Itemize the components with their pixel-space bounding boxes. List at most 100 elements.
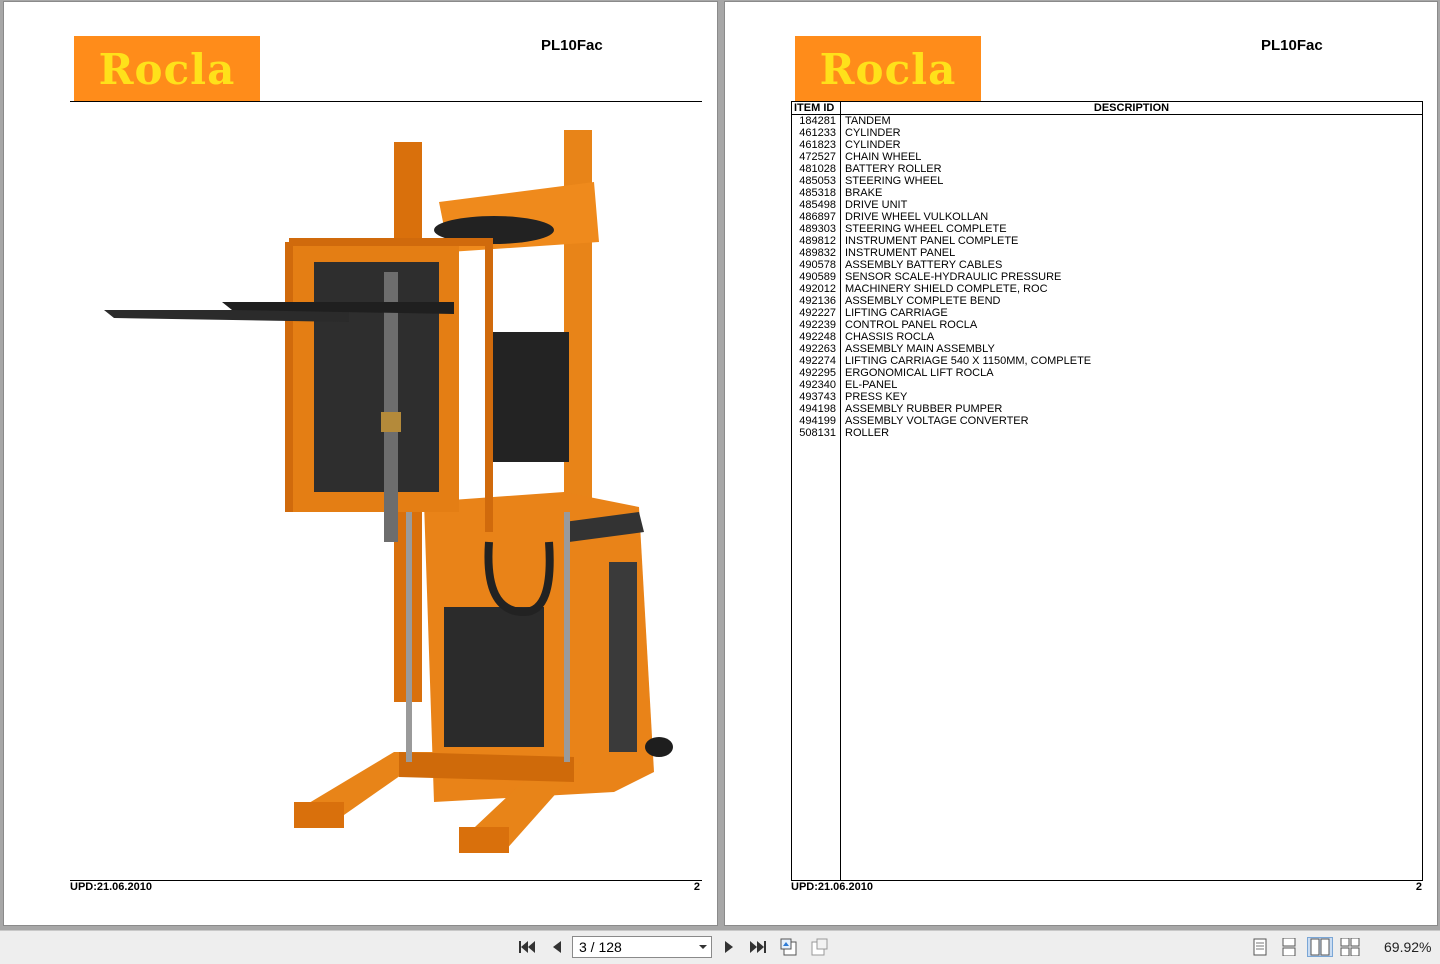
description-cell: EL-PANEL xyxy=(845,379,898,391)
footer-rule xyxy=(70,880,702,881)
item-id-cell: 490589 xyxy=(799,271,836,283)
item-id-cell: 492227 xyxy=(799,307,836,319)
table-row: 492340 EL-PANEL xyxy=(792,379,1422,391)
description-cell: ROLLER xyxy=(845,427,890,439)
model-title: PL10Fac xyxy=(1261,37,1323,54)
table-row: 493743 PRESS KEY xyxy=(792,391,1422,403)
page-number: 2 xyxy=(1415,881,1422,893)
item-id-cell: 461233 xyxy=(799,127,836,139)
table-row: 492248 CHASSIS ROCLA xyxy=(792,331,1422,343)
parts-table: ITEM ID DESCRIPTION 184281 TANDEM 461233 CY… xyxy=(791,101,1423,881)
table-row: 486897 DRIVE WHEEL VULKOLLAN xyxy=(792,211,1422,223)
item-id-cell: 492248 xyxy=(799,331,836,343)
item-id-cell: 492136 xyxy=(799,295,836,307)
forklift-illustration xyxy=(104,130,673,853)
table-row: 485498 DRIVE UNIT xyxy=(792,199,1422,211)
next-page-button[interactable] xyxy=(720,937,740,957)
item-id-cell: 472527 xyxy=(799,151,836,163)
item-id-cell: 492274 xyxy=(799,355,836,367)
description-cell: ASSEMBLY MAIN ASSEMBLY xyxy=(845,343,995,355)
table-row: 490578 ASSEMBLY BATTERY CABLES xyxy=(792,259,1422,271)
go-back-icon xyxy=(780,938,797,956)
continuous-facing-view-icon xyxy=(1340,938,1360,956)
table-row: 492227 LIFTING CARRIAGE xyxy=(792,307,1422,319)
description-cell: ASSEMBLY BATTERY CABLES xyxy=(845,259,1003,271)
table-row: 485053 STEERING WHEEL xyxy=(792,175,1422,187)
continuous-view-button[interactable] xyxy=(1279,937,1299,957)
header-rule xyxy=(70,101,702,102)
description-cell: INSTRUMENT PANEL COMPLETE xyxy=(845,235,1019,247)
item-id-cell: 492012 xyxy=(799,283,836,295)
rocla-logo: Rocla xyxy=(74,36,260,102)
description-cell: TANDEM xyxy=(845,115,891,127)
item-id-cell: 494199 xyxy=(799,415,836,427)
item-id-cell: 489812 xyxy=(799,235,836,247)
document-page-left: Rocla PL10Fac UPD:21.06.2010 2 xyxy=(3,1,718,926)
table-row: 461233 CYLINDER xyxy=(792,127,1422,139)
go-forward-button[interactable] xyxy=(809,937,829,957)
single-page-view-icon xyxy=(1253,938,1267,956)
item-id-cell: 492295 xyxy=(799,367,836,379)
rocla-logo: Rocla xyxy=(795,36,981,102)
first-page-button[interactable] xyxy=(517,937,537,957)
table-row: 461823 CYLINDER xyxy=(792,139,1422,151)
description-cell: STEERING WHEEL COMPLETE xyxy=(845,223,1007,235)
single-page-view-button[interactable] xyxy=(1250,937,1270,957)
continuous-facing-view-button[interactable] xyxy=(1340,937,1360,957)
go-back-button[interactable] xyxy=(779,937,799,957)
table-row: 472527 CHAIN WHEEL xyxy=(792,151,1422,163)
item-id-cell: 489832 xyxy=(799,247,836,259)
description-cell: CHASSIS ROCLA xyxy=(845,331,935,343)
description-cell: LIFTING CARRIAGE xyxy=(845,307,948,319)
description-cell: CYLINDER xyxy=(845,127,901,139)
zoom-level[interactable]: 69.92% xyxy=(1384,939,1431,955)
previous-page-button[interactable] xyxy=(546,937,566,957)
item-id-cell: 481028 xyxy=(799,163,836,175)
description-cell: ASSEMBLY RUBBER PUMPER xyxy=(845,403,1003,415)
item-id-cell: 489303 xyxy=(799,223,836,235)
model-title: PL10Fac xyxy=(541,37,603,54)
description-cell: STEERING WHEEL xyxy=(845,175,944,187)
chevron-down-icon[interactable] xyxy=(699,945,707,949)
item-id-cell: 492340 xyxy=(799,379,836,391)
update-date: UPD:21.06.2010 xyxy=(791,881,873,893)
update-date: UPD:21.06.2010 xyxy=(70,881,152,893)
table-row: 489832 INSTRUMENT PANEL xyxy=(792,247,1422,259)
description-cell: ERGONOMICAL LIFT ROCLA xyxy=(845,367,994,379)
description-cell: ASSEMBLY COMPLETE BEND xyxy=(845,295,1001,307)
description-cell: ASSEMBLY VOLTAGE CONVERTER xyxy=(845,415,1029,427)
table-row: 492012 MACHINERY SHIELD COMPLETE, ROC xyxy=(792,283,1422,295)
description-cell: PRESS KEY xyxy=(845,391,908,403)
item-id-cell: 494198 xyxy=(799,403,836,415)
description-cell: DRIVE UNIT xyxy=(845,199,908,211)
description-cell: CONTROL PANEL ROCLA xyxy=(845,319,978,331)
description-cell: CYLINDER xyxy=(845,139,901,151)
document-page-right: Rocla PL10Fac ITEM ID DESCRIPTION 184281… xyxy=(724,1,1438,926)
item-id-cell: 493743 xyxy=(799,391,836,403)
previous-page-icon xyxy=(553,941,561,953)
item-id-cell: 492263 xyxy=(799,343,836,355)
page-indicator: 3 / 128 xyxy=(579,939,622,955)
table-row: 481028 BATTERY ROLLER xyxy=(792,163,1422,175)
item-id-cell: 486897 xyxy=(799,211,836,223)
table-row: 490589 SENSOR SCALE-HYDRAULIC PRESSURE xyxy=(792,271,1422,283)
description-cell: DRIVE WHEEL VULKOLLAN xyxy=(845,211,989,223)
table-row: 494198 ASSEMBLY RUBBER PUMPER xyxy=(792,403,1422,415)
pdf-viewer-toolbar: 3 / 128 69.92% xyxy=(0,930,1440,964)
table-row: 489812 INSTRUMENT PANEL COMPLETE xyxy=(792,235,1422,247)
go-forward-icon xyxy=(811,938,828,956)
table-header: ITEM ID DESCRIPTION xyxy=(792,102,1422,115)
description-cell: BRAKE xyxy=(845,187,883,199)
item-id-cell: 485498 xyxy=(799,199,836,211)
facing-pages-view-button[interactable] xyxy=(1307,937,1333,957)
column-header-item-id: ITEM ID xyxy=(794,102,835,114)
last-page-button[interactable] xyxy=(748,937,768,957)
item-id-cell: 184281 xyxy=(799,115,836,127)
description-cell: BATTERY ROLLER xyxy=(845,163,942,175)
page-number-input[interactable]: 3 / 128 xyxy=(572,936,712,958)
item-id-cell: 485318 xyxy=(799,187,836,199)
item-id-cell: 490578 xyxy=(799,259,836,271)
table-row: 492263 ASSEMBLY MAIN ASSEMBLY xyxy=(792,343,1422,355)
table-row: 184281 TANDEM xyxy=(792,115,1422,127)
page-number: 2 xyxy=(693,881,700,893)
